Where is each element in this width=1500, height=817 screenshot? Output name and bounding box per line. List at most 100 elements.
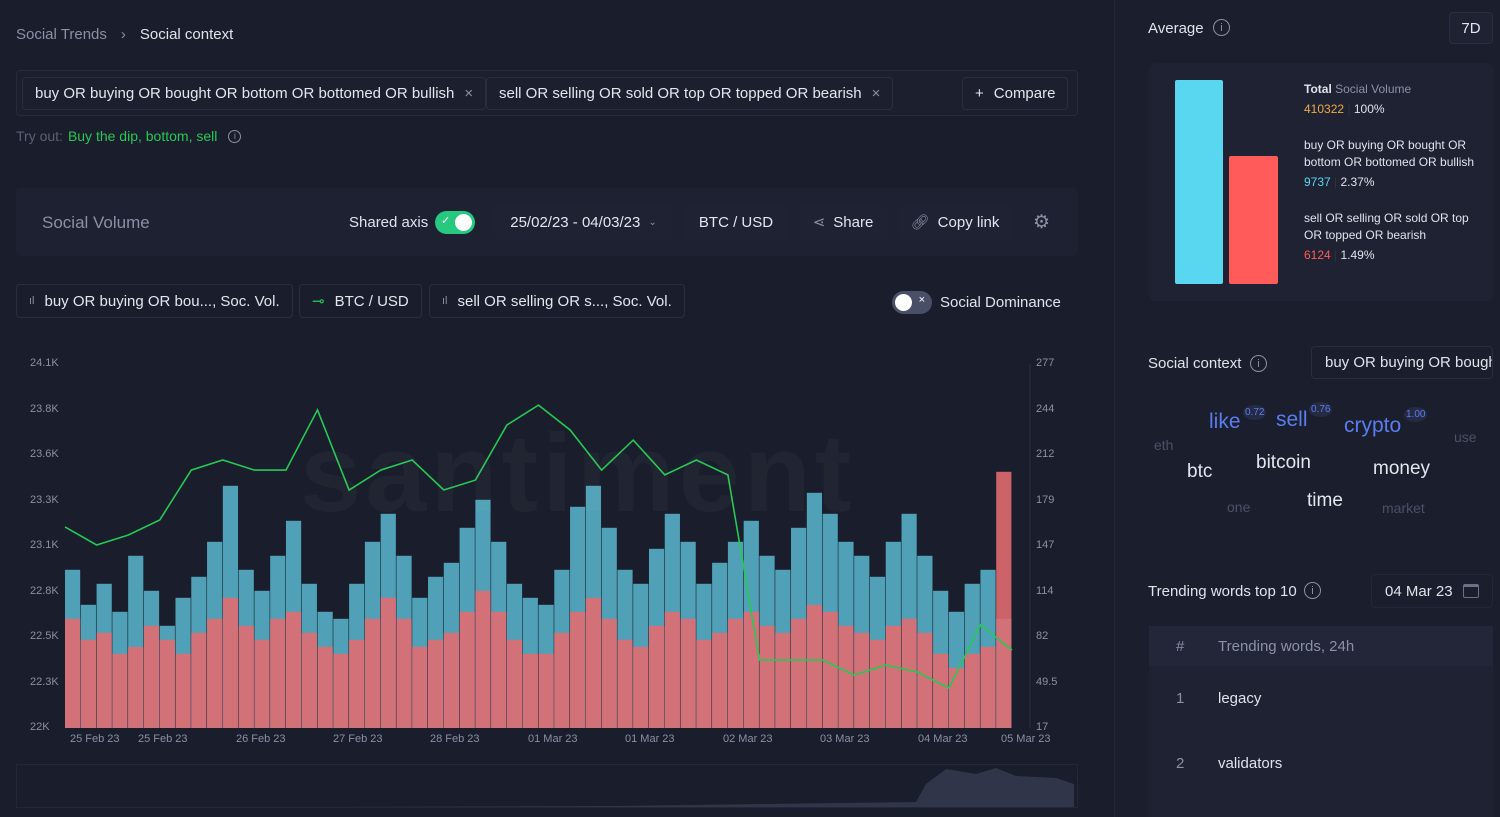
sell-volume-bar[interactable] — [254, 639, 270, 728]
sell-volume-bar[interactable] — [585, 597, 602, 728]
legend-item-buy[interactable]: ıl buy OR buying OR bou..., Soc. Vol. — [16, 284, 293, 318]
pair-button[interactable]: BTC / USD — [684, 205, 788, 239]
sell-volume-bar[interactable] — [475, 590, 491, 728]
table-row[interactable]: 2 validators — [1149, 731, 1493, 796]
close-icon[interactable]: × — [872, 85, 881, 102]
date-range-picker[interactable]: 25/02/23 - 04/03/23 ⌄ — [494, 205, 673, 239]
word-money[interactable]: money — [1373, 458, 1430, 480]
sell-volume-bar[interactable] — [538, 653, 554, 728]
sell-volume-bar[interactable] — [301, 632, 317, 728]
sell-volume-bar[interactable] — [948, 667, 965, 728]
sell-volume-bar[interactable] — [222, 597, 239, 728]
sell-volume-bar[interactable] — [838, 625, 854, 728]
info-icon[interactable]: i — [1213, 19, 1230, 36]
sell-volume-bar[interactable] — [96, 632, 112, 728]
sell-volume-bar[interactable] — [207, 618, 223, 728]
sell-volume-bar[interactable] — [869, 639, 886, 728]
word-use[interactable]: use — [1454, 429, 1477, 445]
social-dominance-toggle[interactable]: × — [892, 291, 932, 314]
period-button[interactable]: 7D — [1449, 12, 1493, 44]
sell-volume-bar[interactable] — [428, 639, 444, 728]
sell-volume-bar[interactable] — [601, 618, 617, 728]
sell-volume-bar[interactable] — [175, 653, 191, 728]
word-crypto[interactable]: crypto — [1344, 414, 1401, 438]
sell-volume-bar[interactable] — [743, 611, 759, 728]
word-time[interactable]: time — [1307, 490, 1343, 512]
sell-volume-bar[interactable] — [506, 639, 523, 728]
sell-volume-bar[interactable] — [854, 632, 870, 728]
sell-volume-bar[interactable] — [143, 625, 160, 728]
sell-volume-bar[interactable] — [285, 611, 302, 728]
row-word[interactable]: validators — [1218, 755, 1282, 772]
sell-volume-bar[interactable] — [664, 611, 680, 728]
sell-volume-bar[interactable] — [775, 632, 791, 728]
sell-volume-bar[interactable] — [727, 618, 744, 728]
sell-volume-bar[interactable] — [570, 611, 586, 728]
sell-volume-bar[interactable] — [712, 632, 728, 728]
breadcrumb-parent[interactable]: Social Trends — [16, 26, 107, 43]
table-row[interactable]: 1 legacy — [1149, 666, 1493, 731]
try-out-links[interactable]: Buy the dip, bottom, sell — [68, 128, 217, 144]
info-icon[interactable]: i — [1250, 355, 1267, 372]
sell-volume-bar[interactable] — [380, 597, 396, 728]
copy-link-button[interactable]: 🔗︎ Copy link — [898, 205, 1012, 239]
sell-volume-bar[interactable] — [112, 653, 128, 728]
legend-item-sell[interactable]: ıl sell OR selling OR s..., Soc. Vol. — [429, 284, 685, 318]
word-one[interactable]: one — [1227, 499, 1250, 515]
legend-item-btc[interactable]: ⊸ BTC / USD — [299, 284, 422, 318]
query-chip[interactable]: sell OR selling OR sold OR top OR topped… — [486, 77, 894, 110]
sell-volume-bar[interactable] — [791, 618, 807, 728]
shared-axis-toggle[interactable]: ✓ — [435, 211, 475, 234]
sell-volume-bar[interactable] — [759, 625, 775, 728]
sell-volume-bar[interactable] — [822, 611, 838, 728]
sell-volume-bar[interactable] — [159, 639, 175, 728]
sell-volume-bar[interactable] — [191, 632, 207, 728]
sell-volume-bar[interactable] — [238, 625, 254, 728]
social-volume-chart[interactable] — [0, 340, 1090, 760]
sell-volume-bar[interactable] — [680, 618, 696, 728]
word-bitcoin[interactable]: bitcoin — [1256, 452, 1311, 474]
sell-volume-bar[interactable] — [317, 646, 333, 728]
gear-icon[interactable]: ⚙ — [1033, 211, 1050, 234]
sell-volume-bar[interactable] — [459, 611, 475, 728]
sell-volume-bar[interactable] — [364, 618, 381, 728]
sell-volume-bar[interactable] — [396, 618, 412, 728]
query-chip[interactable]: buy OR buying OR bought OR bottom OR bot… — [22, 77, 487, 110]
sell-volume-bar[interactable] — [933, 653, 949, 728]
row-word[interactable]: legacy — [1218, 690, 1261, 707]
sell-volume-bar[interactable] — [633, 646, 649, 728]
sell-volume-bar[interactable] — [491, 611, 507, 728]
trending-date-picker[interactable]: 04 Mar 23 — [1371, 574, 1493, 608]
sell-volume-bar[interactable] — [696, 639, 712, 728]
sell-volume-bar[interactable] — [917, 632, 933, 728]
info-icon[interactable]: i — [1304, 582, 1321, 599]
sell-volume-bar[interactable] — [522, 653, 538, 728]
sell-volume-bar[interactable] — [65, 618, 81, 728]
sell-volume-bar[interactable] — [617, 639, 633, 728]
sell-volume-bar[interactable] — [554, 632, 570, 728]
share-button[interactable]: ⋖ Share — [799, 205, 887, 239]
word-market[interactable]: market — [1382, 500, 1425, 516]
word-sell[interactable]: sell — [1276, 408, 1308, 432]
sell-volume-bar[interactable] — [901, 618, 917, 728]
sell-volume-bar[interactable] — [806, 604, 822, 728]
compare-button[interactable]: + Compare — [962, 77, 1069, 110]
sell-volume-bar[interactable] — [648, 625, 665, 728]
sell-volume-bar[interactable] — [80, 639, 96, 728]
sell-volume-bar[interactable] — [980, 646, 996, 728]
sell-volume-bar[interactable] — [964, 653, 980, 728]
social-context-selector[interactable]: buy OR buying OR bought — [1311, 346, 1493, 379]
info-icon[interactable]: i — [228, 129, 242, 143]
word-eth[interactable]: eth — [1154, 437, 1173, 453]
sell-volume-bar[interactable] — [128, 646, 144, 728]
sell-volume-bar[interactable] — [270, 618, 286, 728]
sell-volume-bar[interactable] — [333, 653, 349, 728]
sell-volume-bar[interactable] — [443, 632, 459, 728]
word-btc[interactable]: btc — [1187, 461, 1212, 483]
sell-volume-bar[interactable] — [349, 639, 365, 728]
sell-volume-bar[interactable] — [885, 625, 901, 728]
chart-navigator[interactable] — [16, 764, 1078, 808]
word-like[interactable]: like — [1209, 410, 1241, 434]
sell-volume-bar[interactable] — [996, 471, 1012, 728]
close-icon[interactable]: × — [464, 85, 473, 102]
